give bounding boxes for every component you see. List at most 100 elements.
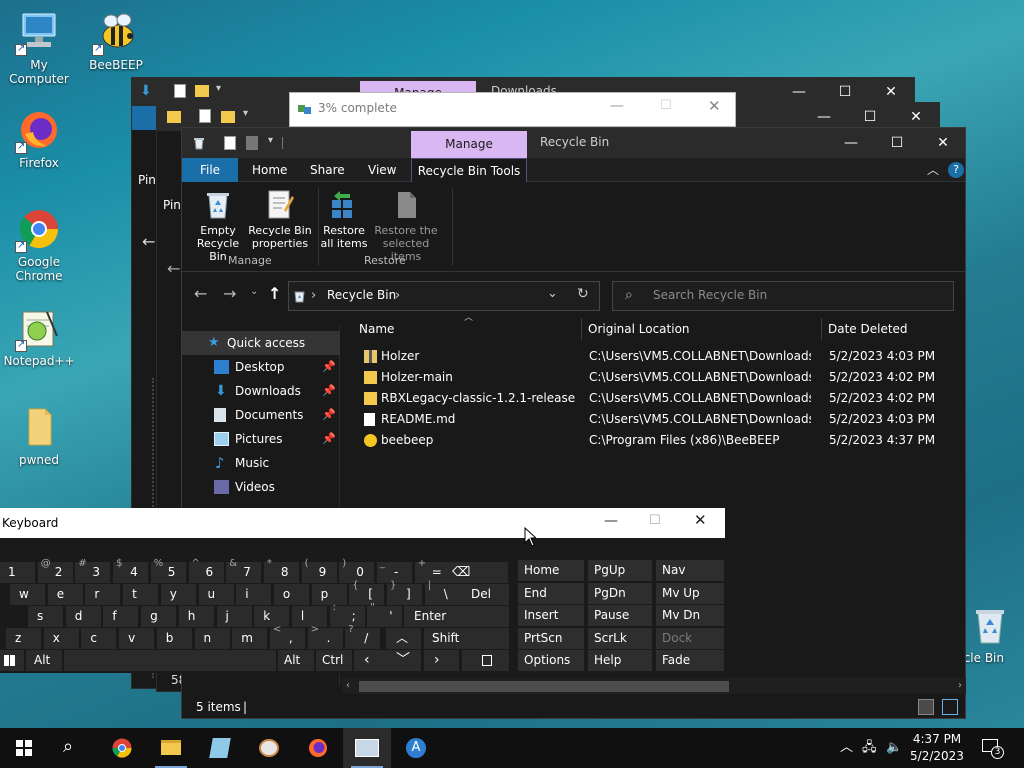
fn-key-scrlk[interactable]: ScrLk: [588, 627, 652, 649]
key-j[interactable]: j: [216, 606, 252, 627]
pin-icon[interactable]: 📌: [322, 379, 336, 403]
fn-key-insert[interactable]: Insert: [518, 605, 584, 626]
recent-locations-chevron-icon[interactable]: ⌄: [250, 286, 258, 297]
desktop-icon-beebeep[interactable]: BeeBEEP: [78, 10, 154, 72]
column-header-date-deleted[interactable]: Date Deleted: [828, 316, 908, 342]
restore-selected-items-button[interactable]: Restore the selected items: [368, 188, 444, 263]
properties-checkbox-icon[interactable]: [224, 136, 236, 150]
key-x[interactable]: x: [43, 628, 79, 649]
maximize-button[interactable]: ☐: [874, 128, 920, 158]
desktop-icon-google-chrome[interactable]: Google Chrome: [1, 207, 77, 283]
column-header-original-location[interactable]: Original Location: [588, 316, 690, 342]
key-bracket[interactable]: }]: [387, 580, 422, 605]
key-punct[interactable]: <,: [269, 624, 305, 649]
key-c[interactable]: c: [81, 628, 117, 649]
key-h[interactable]: h: [178, 606, 214, 627]
desktop-icon-pwned[interactable]: pwned: [1, 405, 77, 467]
on-screen-keyboard[interactable]: Keyboard — ☐ ✕ 1 @2 #3 $4% 5 ^ 6 & 7 * 8(9) 0 _ - + = ⌫ w…: [0, 508, 725, 673]
taskbar-file-explorer[interactable]: [147, 728, 195, 768]
empty-recycle-bin-button[interactable]: Empty Recycle Bin: [188, 188, 248, 263]
file-row[interactable]: Holzer C:\Users\VM5.COLLABNET\Downloads\…: [342, 346, 966, 367]
minimize-button[interactable]: —: [610, 98, 624, 114]
minimize-button[interactable]: —: [828, 128, 874, 158]
address-bar[interactable]: › Recycle Bin › ⌄ ↻: [288, 281, 600, 311]
del-key[interactable]: Del: [459, 584, 509, 605]
fn-key-pgdn[interactable]: PgDn: [588, 582, 652, 604]
restore-all-items-button[interactable]: Restore all items: [320, 188, 368, 250]
file-row[interactable]: README.md C:\Users\VM5.COLLABNET\Downloa…: [342, 409, 966, 430]
space-key[interactable]: [64, 650, 276, 671]
pin-icon[interactable]: 📌: [322, 355, 336, 379]
key-z[interactable]: z: [6, 628, 41, 649]
show-hidden-icons-chevron[interactable]: ︿: [840, 728, 853, 768]
key-9[interactable]: (9: [301, 558, 337, 583]
file-row[interactable]: beebeep C:\Program Files (x86)\BeeBEEP 5…: [342, 430, 966, 451]
close-button[interactable]: ✕: [694, 511, 707, 529]
collapse-ribbon-icon[interactable]: ︿: [927, 161, 939, 178]
search-input[interactable]: Search Recycle Bin: [653, 288, 767, 302]
horizontal-scrollbar[interactable]: ‹ ›: [342, 678, 966, 694]
tab-share[interactable]: Share: [300, 158, 355, 182]
key-1[interactable]: 1: [0, 562, 35, 583]
key-b[interactable]: b: [156, 628, 192, 649]
fn-key-help[interactable]: Help: [588, 650, 652, 671]
minimize-button[interactable]: —: [604, 513, 618, 529]
maximize-button[interactable]: ☐: [649, 513, 661, 528]
tab-home[interactable]: Home: [242, 158, 297, 182]
recycle-bin-titlebar[interactable]: ▾ Manage Recycle Bin — ☐ ✕: [182, 128, 965, 158]
start-button[interactable]: [0, 728, 48, 768]
ctrl-key[interactable]: Ctrl: [316, 650, 352, 671]
tab-view[interactable]: View: [358, 158, 406, 182]
nav-item-videos[interactable]: Videos: [182, 475, 340, 499]
refresh-icon[interactable]: ↻: [577, 286, 589, 302]
key-punct[interactable]: :;: [329, 602, 365, 627]
enter-key[interactable]: Enter: [404, 606, 509, 627]
taskbar-on-screen-keyboard[interactable]: [343, 728, 391, 768]
key-u[interactable]: u: [198, 584, 234, 605]
key-bracket[interactable]: | \: [424, 580, 460, 605]
key-6[interactable]: ^ 6: [188, 558, 224, 583]
desktop-icon-my-computer[interactable]: My Computer: [1, 10, 77, 86]
key-4[interactable]: $4: [113, 558, 149, 583]
column-header-name[interactable]: Name: [359, 316, 394, 342]
key-g[interactable]: g: [141, 606, 177, 627]
key-=[interactable]: + =: [414, 558, 450, 583]
windows-key-icon[interactable]: [0, 650, 24, 671]
key-p[interactable]: p: [311, 584, 347, 605]
volume-icon[interactable]: 🔈: [886, 728, 902, 768]
keyboard-titlebar[interactable]: Keyboard — ☐ ✕: [0, 508, 725, 538]
tab-recycle-bin-tools[interactable]: Recycle Bin Tools: [411, 158, 527, 183]
menu-key-icon[interactable]: [462, 650, 509, 671]
maximize-button[interactable]: ☐: [660, 98, 672, 113]
taskbar-firefox[interactable]: [294, 728, 342, 768]
column-divider[interactable]: [581, 318, 582, 340]
nav-item-documents[interactable]: Documents 📌: [182, 403, 340, 427]
key-m[interactable]: m: [232, 628, 268, 649]
back-arrow-icon[interactable]: ←: [194, 284, 207, 303]
taskbar-chrome[interactable]: [98, 728, 146, 768]
key-punct[interactable]: >.: [307, 624, 343, 649]
fn-key-fade[interactable]: Fade: [656, 650, 724, 671]
shift-key[interactable]: Shift: [424, 628, 509, 649]
pin-icon[interactable]: 📌: [322, 403, 336, 427]
scroll-left-icon[interactable]: ‹: [346, 678, 350, 694]
desktop-icon-firefox[interactable]: Firefox: [1, 108, 77, 170]
alt-right-key[interactable]: Alt: [278, 650, 314, 671]
fn-key-options[interactable]: Options: [518, 650, 584, 671]
search-button[interactable]: ⌕: [48, 728, 96, 768]
back-arrow-icon[interactable]: ←: [167, 259, 180, 278]
key-k[interactable]: k: [254, 606, 290, 627]
key-5[interactable]: % 5: [150, 558, 186, 583]
search-box[interactable]: ⌕ Search Recycle Bin: [612, 281, 954, 311]
key-i[interactable]: i: [236, 584, 272, 605]
arrow-right-icon[interactable]: ›: [424, 650, 459, 671]
key-punct[interactable]: " ': [367, 602, 403, 627]
chevron-down-icon[interactable]: ▾: [268, 135, 273, 146]
taskbar-paint[interactable]: [245, 728, 293, 768]
fn-key-nav[interactable]: Nav: [656, 560, 724, 581]
desktop-icon-notepad-plus-plus[interactable]: Notepad++: [1, 306, 77, 368]
recycle-bin-properties-button[interactable]: Recycle Bin properties: [248, 188, 312, 250]
fn-key-end[interactable]: End: [518, 582, 584, 604]
tab-file[interactable]: File: [182, 158, 238, 182]
arrow-left-icon[interactable]: ‹: [354, 650, 389, 671]
